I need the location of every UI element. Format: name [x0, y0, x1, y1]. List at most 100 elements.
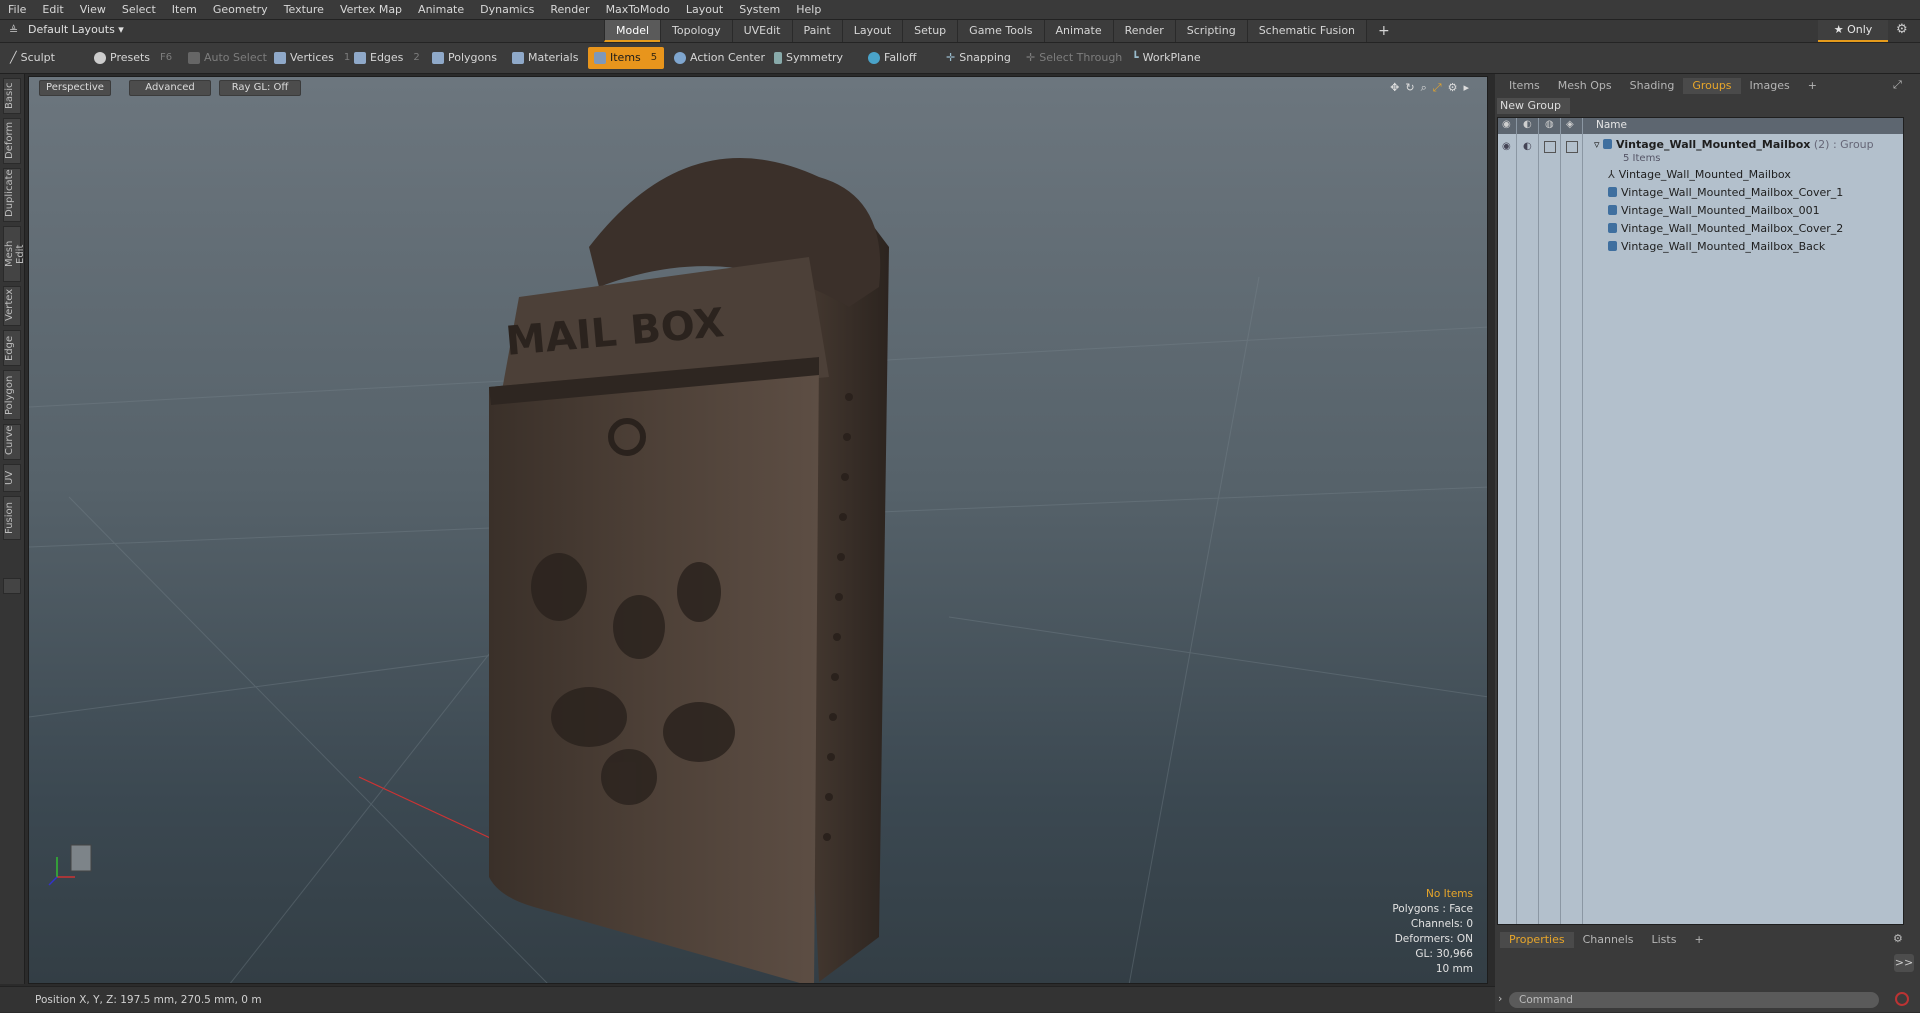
tab-render[interactable]: Render	[1112, 20, 1175, 42]
tab-uvedit[interactable]: UVEdit	[731, 20, 792, 42]
only-button[interactable]: ★ Only	[1818, 20, 1888, 42]
axis-gizmo	[48, 844, 92, 886]
tab-game-tools[interactable]: Game Tools	[957, 20, 1044, 42]
expand-group-icon[interactable]: ▿	[1594, 138, 1600, 151]
menu-system[interactable]: System	[731, 0, 788, 19]
list-item[interactable]: ⅄ Vintage_Wall_Mounted_Mailbox	[1608, 168, 1791, 181]
menu-select[interactable]: Select	[114, 0, 164, 19]
tab-schematic-fusion[interactable]: Schematic Fusion	[1246, 20, 1367, 42]
add-bottom-tab-button[interactable]: +	[1685, 932, 1712, 948]
auto-select-button[interactable]: Auto Select	[182, 47, 273, 69]
sculpt-button[interactable]: ╱ Sculpt	[4, 47, 61, 69]
tab-properties[interactable]: Properties	[1500, 932, 1574, 948]
action-center-button[interactable]: Action Center	[668, 47, 771, 69]
menu-texture[interactable]: Texture	[276, 0, 332, 19]
expand-button[interactable]: >>	[1894, 954, 1914, 972]
menu-render[interactable]: Render	[542, 0, 597, 19]
render-toggle-icon[interactable]: ◐	[1523, 141, 1532, 152]
menu-help[interactable]: Help	[788, 0, 829, 19]
tab-scripting[interactable]: Scripting	[1174, 20, 1247, 42]
command-input[interactable]: Command	[1509, 992, 1879, 1008]
list-item[interactable]: Vintage_Wall_Mounted_Mailbox_Cover_1	[1608, 186, 1843, 199]
menu-animate[interactable]: Animate	[410, 0, 472, 19]
tab-lists[interactable]: Lists	[1643, 932, 1686, 948]
layout-up-icon[interactable]: ≜	[9, 24, 18, 37]
group-row[interactable]: ▿ Vintage_Wall_Mounted_Mailbox (2) : Gro…	[1594, 138, 1874, 151]
panel-settings-icon[interactable]: ⚙	[1893, 932, 1903, 945]
left-tab-uv[interactable]: UV	[3, 464, 21, 492]
left-tab-duplicate[interactable]: Duplicate	[3, 168, 21, 222]
layout-selector[interactable]: Default Layouts ▾	[28, 23, 124, 36]
tab-animate[interactable]: Animate	[1043, 20, 1113, 42]
falloff-button[interactable]: Falloff	[862, 47, 922, 69]
name-column-header[interactable]: Name	[1596, 119, 1627, 131]
polygons-button[interactable]: Polygons	[426, 47, 503, 69]
menu-vertex-map[interactable]: Vertex Map	[332, 0, 410, 19]
add-panel-tab-button[interactable]: +	[1799, 78, 1826, 94]
tab-topology[interactable]: Topology	[660, 20, 732, 42]
list-item[interactable]: Vintage_Wall_Mounted_Mailbox_Cover_2	[1608, 222, 1843, 235]
menu-geometry[interactable]: Geometry	[205, 0, 276, 19]
left-tab-deform[interactable]: Deform	[3, 118, 21, 164]
item-label: Vintage_Wall_Mounted_Mailbox_001	[1621, 204, 1820, 217]
info-grid-size: 10 mm	[1435, 963, 1473, 975]
polygons-label: Polygons	[448, 51, 497, 64]
eye-icon[interactable]: ◉	[1502, 141, 1511, 152]
polygons-icon	[432, 52, 444, 64]
maximize-panel-icon[interactable]: ⤢	[1893, 78, 1902, 92]
lock-column-icon[interactable]: ◍	[1545, 119, 1554, 130]
add-tab-button[interactable]: +	[1366, 20, 1401, 42]
lock-checkbox[interactable]	[1544, 141, 1556, 153]
new-group-button[interactable]: New Group	[1497, 98, 1570, 114]
left-tab-polygon[interactable]: Polygon	[3, 370, 21, 420]
left-tab-edge[interactable]: Edge	[3, 330, 21, 366]
tab-model[interactable]: Model	[604, 20, 661, 42]
gear-icon[interactable]: ⚙	[1896, 22, 1908, 37]
3d-viewport[interactable]: Perspective Advanced Ray GL: Off ✥ ↻ ⌕ ⤢…	[28, 76, 1488, 984]
left-tab-mesh-edit[interactable]: Mesh Edit	[3, 226, 26, 282]
left-strip-toggle[interactable]	[3, 578, 21, 594]
menu-edit[interactable]: Edit	[34, 0, 71, 19]
left-tab-curve[interactable]: Curve	[3, 424, 21, 460]
left-tab-vertex[interactable]: Vertex	[3, 286, 21, 326]
menu-item[interactable]: Item	[164, 0, 205, 19]
menu-maxtomodo[interactable]: MaxToModo	[598, 0, 678, 19]
render-column-icon[interactable]: ◐	[1523, 119, 1532, 130]
materials-button[interactable]: Materials	[506, 47, 584, 69]
visibility-column-icon[interactable]: ◉	[1502, 119, 1511, 130]
vertices-button[interactable]: Vertices 1	[268, 47, 356, 69]
menu-dynamics[interactable]: Dynamics	[472, 0, 542, 19]
snapping-button[interactable]: ✛ Snapping	[940, 47, 1017, 69]
left-tab-fusion[interactable]: Fusion	[3, 496, 21, 540]
select-checkbox[interactable]	[1566, 141, 1578, 153]
left-tab-basic[interactable]: Basic	[3, 78, 21, 114]
items-button[interactable]: Items 5	[588, 47, 664, 69]
edges-key: 2	[413, 52, 420, 63]
tab-paint[interactable]: Paint	[791, 20, 842, 42]
presets-button[interactable]: Presets F6	[88, 47, 178, 69]
tab-mesh-ops[interactable]: Mesh Ops	[1549, 78, 1621, 94]
list-item[interactable]: Vintage_Wall_Mounted_Mailbox_001	[1608, 204, 1820, 217]
tab-items[interactable]: Items	[1500, 78, 1549, 94]
symmetry-button[interactable]: Symmetry	[768, 47, 849, 69]
select-column-icon[interactable]: ◈	[1566, 119, 1574, 130]
tab-shading[interactable]: Shading	[1621, 78, 1684, 94]
edges-button[interactable]: Edges 2	[348, 47, 426, 69]
record-icon[interactable]	[1895, 992, 1909, 1006]
tab-layout[interactable]: Layout	[841, 20, 903, 42]
column-divider	[1582, 118, 1583, 924]
select-through-button[interactable]: ✛ Select Through	[1020, 47, 1128, 69]
tab-images[interactable]: Images	[1741, 78, 1799, 94]
properties-tabs: Properties Channels Lists +	[1500, 932, 1713, 948]
tab-channels[interactable]: Channels	[1574, 932, 1643, 948]
viewport-info: No Items Polygons : Face Channels: 0 Def…	[1392, 887, 1473, 977]
menu-file[interactable]: File	[0, 0, 34, 19]
workplane-button[interactable]: ┗ WorkPlane	[1126, 47, 1207, 69]
tab-setup[interactable]: Setup	[902, 20, 958, 42]
mesh-icon	[1608, 205, 1617, 215]
item-label: Vintage_Wall_Mounted_Mailbox_Cover_2	[1621, 222, 1844, 235]
list-item[interactable]: Vintage_Wall_Mounted_Mailbox_Back	[1608, 240, 1825, 253]
menu-layout[interactable]: Layout	[678, 0, 731, 19]
menu-view[interactable]: View	[72, 0, 114, 19]
tab-groups[interactable]: Groups	[1683, 78, 1741, 94]
